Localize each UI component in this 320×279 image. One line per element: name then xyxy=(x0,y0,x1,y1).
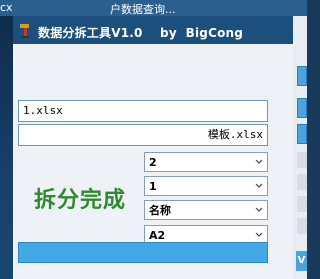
progress-bar xyxy=(18,242,268,263)
side-panel-v-button[interactable]: V xyxy=(296,251,307,271)
chevron-down-icon xyxy=(255,183,263,188)
status-text: 拆分完成 xyxy=(34,187,127,213)
side-panel-button[interactable] xyxy=(297,66,307,86)
side-panel xyxy=(293,16,307,279)
side-panel-item xyxy=(297,174,307,190)
chevron-down-icon xyxy=(255,207,263,212)
select-1[interactable]: 2 xyxy=(144,152,268,172)
scissors-tool-icon xyxy=(19,23,33,39)
select-2[interactable]: 1 xyxy=(144,176,268,196)
source-file-field[interactable]: 1.xlsx xyxy=(18,100,268,122)
select-3[interactable]: 名称 xyxy=(144,200,268,220)
side-panel-item xyxy=(297,196,307,212)
select-value: 2 xyxy=(149,156,157,169)
chevron-down-icon xyxy=(255,232,263,237)
background-window-title: 户数据查询... xyxy=(110,3,176,16)
side-panel-button[interactable] xyxy=(297,98,307,118)
background-window-left-text: cx xyxy=(0,1,13,14)
select-value: A2 xyxy=(149,229,166,242)
app-title: 数据分拆工具V1.0 by BigCong xyxy=(38,26,244,40)
side-panel-button[interactable] xyxy=(297,124,307,144)
chevron-down-icon xyxy=(255,159,263,164)
select-value: 1 xyxy=(149,180,157,193)
app-window: 数据分拆工具V1.0 by BigCong 1.xlsx 模板.xlsx 拆分完… xyxy=(13,16,293,279)
background-window-titlebar: cx 户数据查询... xyxy=(0,0,307,16)
side-panel-item xyxy=(297,152,307,168)
select-value: 名称 xyxy=(149,204,171,217)
template-file-field[interactable]: 模板.xlsx xyxy=(18,124,268,146)
side-panel-item xyxy=(297,218,307,234)
app-header: 数据分拆工具V1.0 by BigCong xyxy=(13,16,293,44)
